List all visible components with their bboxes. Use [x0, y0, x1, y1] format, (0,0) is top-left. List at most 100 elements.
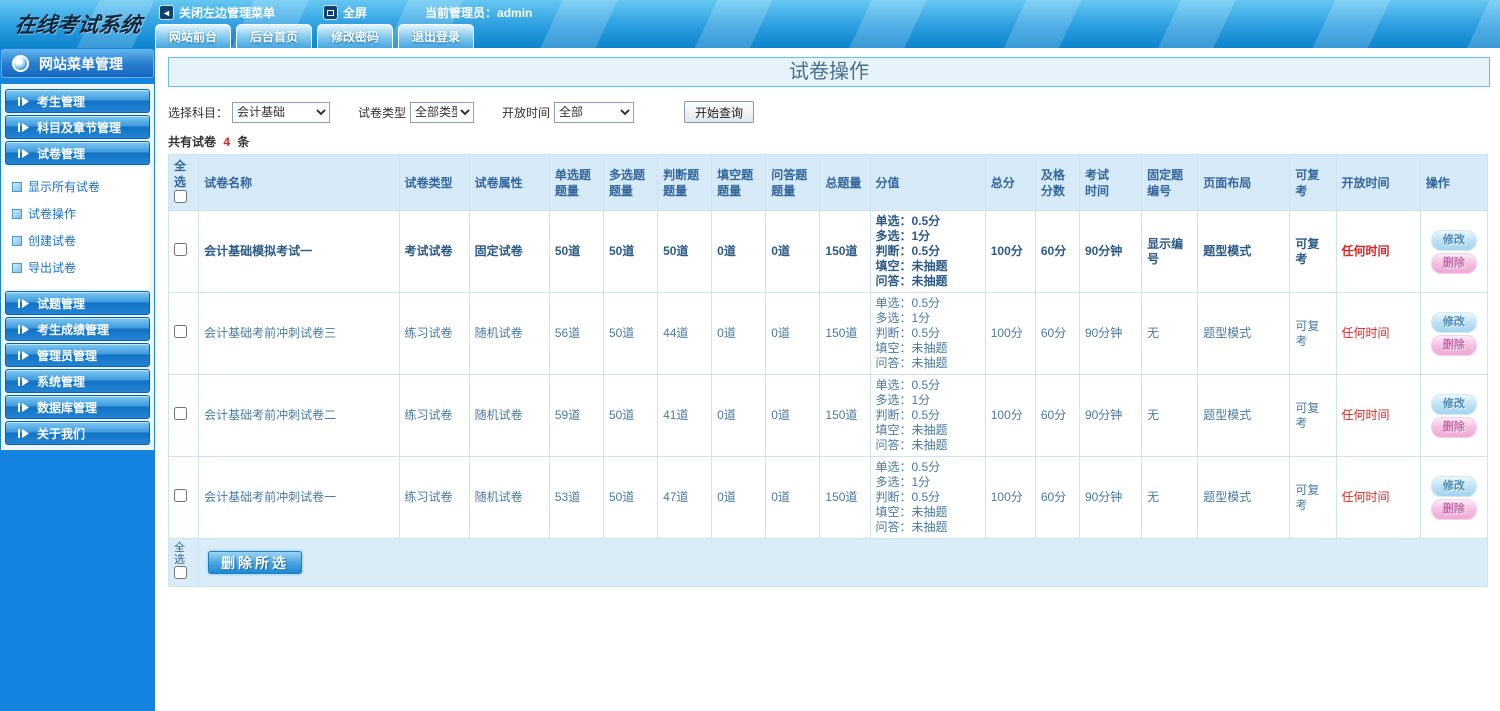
open-time-select[interactable]: 全部 [554, 101, 635, 123]
cell-total_q: 150道 [819, 456, 871, 539]
cell-single: 53道 [548, 456, 604, 539]
cell-total: 100分 [984, 210, 1036, 293]
arrow-left-icon: ◄ [159, 5, 174, 20]
cell-pass: 60分 [1034, 210, 1080, 293]
footer-select-all-label: 全选 [174, 542, 185, 566]
tab-1[interactable]: 后台首页 [236, 24, 313, 48]
sidebar-item-4[interactable]: 考生成绩管理 [5, 317, 150, 341]
query-button[interactable]: 开始查询 [684, 101, 755, 123]
summary-suffix: 条 [237, 135, 250, 149]
close-left-menu-button[interactable]: ◄ 关闭左边管理菜单 [159, 4, 275, 21]
cell-total: 100分 [984, 374, 1036, 457]
cell-actions: 修改 删除 [1419, 456, 1489, 539]
sidebar-item-label: 考生管理 [37, 94, 86, 109]
column-header-13: 考试 时间 [1078, 154, 1143, 211]
sidebar-item-label: 系统管理 [37, 374, 86, 389]
edit-button[interactable]: 修改 [1430, 393, 1477, 415]
sidebar-item-7[interactable]: 数据库管理 [5, 395, 150, 419]
delete-button[interactable]: 删除 [1430, 416, 1477, 438]
delete-button[interactable]: 删除 [1430, 252, 1477, 274]
cell-time: 90分钟 [1078, 374, 1143, 457]
delete-button[interactable]: 删除 [1430, 334, 1477, 356]
sidebar-item-2[interactable]: 试卷管理 [5, 141, 150, 165]
arrow-play-icon [18, 428, 29, 438]
sidebar-submenu: 显示所有试卷 试卷操作 创建试卷 导出试卷 [4, 167, 151, 289]
row-checkbox[interactable] [174, 325, 187, 338]
summary-prefix: 共有试卷 [168, 135, 217, 149]
edit-button[interactable]: 修改 [1430, 475, 1477, 497]
footer-select-all-checkbox[interactable] [174, 566, 187, 579]
footer-actions-cell: 删除所选 [198, 538, 1488, 587]
cell-total_q: 150道 [819, 292, 871, 375]
column-header-6: 判断题 题量 [657, 154, 713, 211]
sidebar-item-label: 考生成绩管理 [37, 322, 110, 337]
open-time-label: 开放时间 [502, 105, 551, 120]
cell-total_q: 150道 [819, 374, 871, 457]
table-row-1: 会计基础考前冲刺试卷三 练习试卷 随机试卷 56道 50道 44道 0道 0道 150道 单选：0… [167, 292, 1489, 375]
cell-blank: 0道 [711, 374, 767, 457]
row-checkbox[interactable] [174, 407, 187, 420]
page-title: 试卷操作 [168, 57, 1490, 87]
delete-button[interactable]: 删除 [1430, 498, 1477, 520]
table-footer-row: 全选 删除所选 [167, 538, 1488, 587]
sidebar-item-label: 关于我们 [37, 426, 86, 441]
cell-type: 练习试卷 [398, 292, 470, 375]
row-checkbox[interactable] [174, 243, 187, 256]
subject-select[interactable]: 会计基础 [232, 101, 331, 123]
cell-actions: 修改 删除 [1419, 292, 1489, 375]
sidebar-item-label: 数据库管理 [37, 400, 98, 415]
arrow-play-icon [18, 122, 29, 132]
arrow-play-icon [18, 96, 29, 106]
tab-0[interactable]: 网站前台 [155, 24, 232, 48]
cell-open-time: 任何时间 [1335, 456, 1421, 539]
submenu-item-0[interactable]: 显示所有试卷 [4, 173, 151, 200]
cell-total: 100分 [984, 292, 1036, 375]
cell-multi: 50道 [602, 292, 659, 375]
sidebar-item-3[interactable]: 试题管理 [5, 291, 150, 315]
row-checkbox[interactable] [174, 489, 187, 502]
cell-retake: 可复考 [1289, 292, 1337, 375]
list-square-icon [12, 208, 22, 219]
select-all-header-label: 全选 [174, 159, 187, 189]
edit-button[interactable]: 修改 [1430, 229, 1477, 251]
select-all-checkbox[interactable] [174, 190, 187, 203]
paper-type-label: 试卷类型 [358, 105, 407, 120]
result-summary: 共有试卷 4 条 [168, 133, 1490, 150]
cell-type: 考试试卷 [398, 210, 470, 293]
cell-judge: 44道 [657, 292, 713, 375]
cell-qa: 0道 [765, 456, 821, 539]
paper-name: 会计基础考前冲刺试卷三 [198, 292, 400, 375]
column-header-5: 多选题 题量 [602, 154, 659, 211]
submenu-item-2[interactable]: 创建试卷 [4, 227, 151, 254]
sidebar-item-5[interactable]: 管理员管理 [5, 343, 150, 367]
sidebar-item-0[interactable]: 考生管理 [5, 89, 150, 113]
tab-2[interactable]: 修改密码 [317, 24, 394, 48]
delete-selected-button[interactable]: 删除所选 [208, 551, 303, 574]
tab-3[interactable]: 退出登录 [398, 24, 475, 48]
fullscreen-button[interactable]: 全屏 [323, 4, 367, 21]
column-header-1: 试卷名称 [198, 154, 400, 211]
fullscreen-label: 全屏 [343, 6, 368, 20]
cell-type: 练习试卷 [398, 456, 470, 539]
edit-button[interactable]: 修改 [1430, 311, 1477, 333]
column-header-3: 试卷属性 [468, 154, 550, 211]
column-header-2: 试卷类型 [398, 154, 470, 211]
cell-fixed_no: 无 [1141, 374, 1199, 457]
cell-time: 90分钟 [1078, 456, 1143, 539]
sidebar-item-1[interactable]: 科目及章节管理 [5, 115, 150, 139]
sidebar-item-6[interactable]: 系统管理 [5, 369, 150, 393]
cell-multi: 50道 [602, 456, 659, 539]
paper-name: 会计基础考前冲刺试卷一 [198, 456, 400, 539]
sidebar-item-8[interactable]: 关于我们 [5, 421, 150, 445]
paper-type-select[interactable]: 全部类型 [410, 101, 475, 123]
column-header-4: 单选题 题量 [548, 154, 604, 211]
cell-actions: 修改 删除 [1419, 374, 1489, 457]
cell-scores: 单选：0.5分 多选：1分 判断：0.5分 填空：未抽题 问答：未抽题 [869, 210, 986, 293]
arrow-play-icon [18, 376, 29, 386]
submenu-item-1[interactable]: 试卷操作 [4, 200, 151, 227]
column-header-11: 总分 [984, 154, 1036, 211]
cell-qa: 0道 [765, 374, 821, 457]
cell-scores: 单选：0.5分 多选：1分 判断：0.5分 填空：未抽题 问答：未抽题 [869, 456, 986, 539]
submenu-item-3[interactable]: 导出试卷 [4, 254, 151, 281]
top-bar: 在线考试系统 ◄ 关闭左边管理菜单 全屏 当前管理员：admin 网站前台 后台首… [0, 0, 1500, 48]
